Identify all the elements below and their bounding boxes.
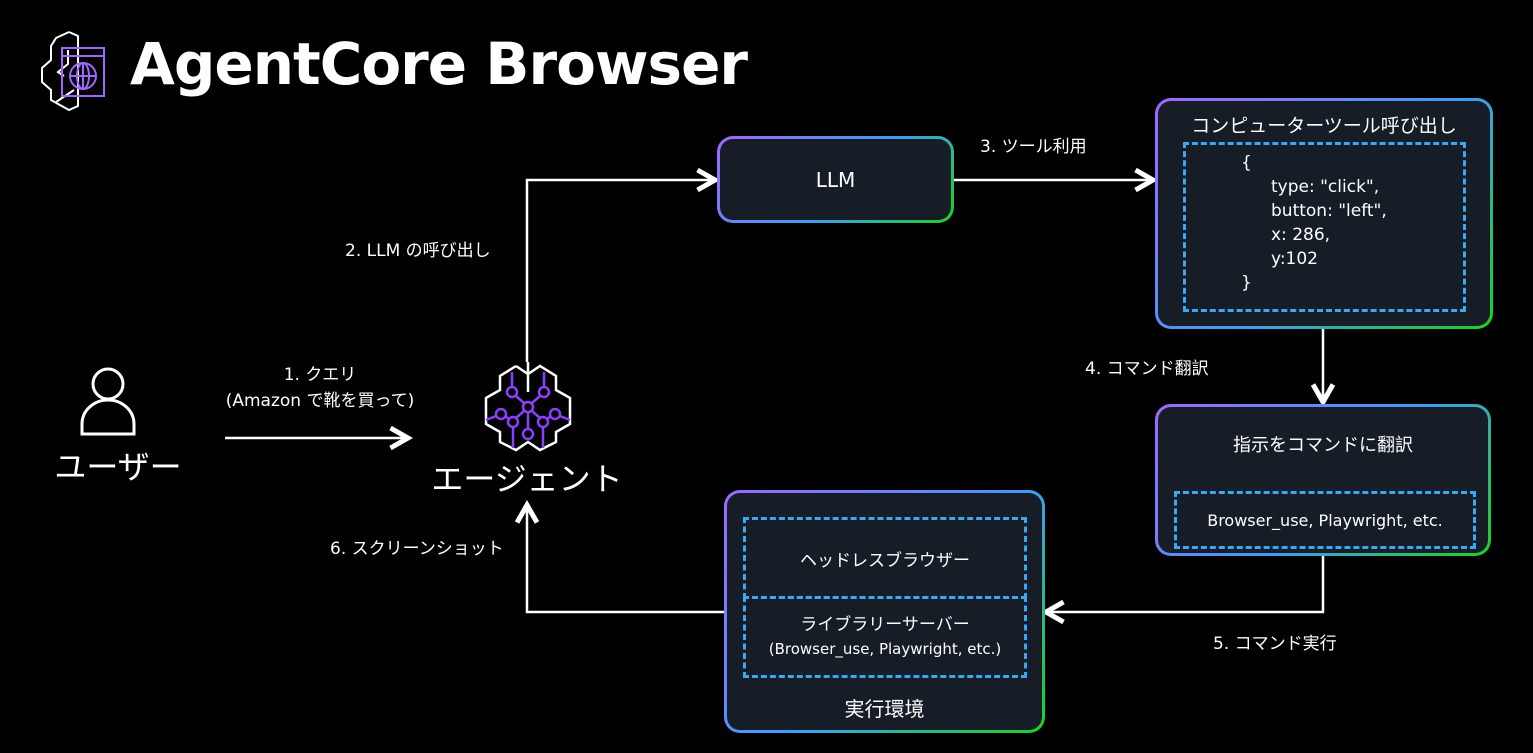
execution-env-node: ヘッドレスブラウザー ライブラリーサーバー (Browser_use, Play… [724, 490, 1045, 733]
user-label: ユーザー [54, 448, 182, 486]
library-server-label: ライブラリーサーバー [800, 615, 970, 635]
code-line: { [1241, 153, 1252, 173]
translate-inner-box: Browser_use, Playwright, etc. [1174, 491, 1476, 549]
translate-title: 指示をコマンドに翻訳 [1233, 435, 1413, 456]
code-line: } [1241, 273, 1252, 293]
edge-label-llm-call: 2. LLM の呼び出し [345, 241, 491, 261]
headless-browser-box: ヘッドレスブラウザー [743, 517, 1027, 599]
tool-call-node: コンピューターツール呼び出し { type: "click", button: … [1155, 98, 1493, 329]
arrow-screenshot [527, 505, 724, 614]
edge-label-screenshot: 6. スクリーンショット [330, 539, 504, 559]
edge-label-query-sub: (Amazon で靴を買って) [225, 391, 415, 411]
arrow-llm-call [525, 180, 715, 362]
agent-label: エージェント [431, 460, 623, 498]
library-server-box: ライブラリーサーバー (Browser_use, Playwright, etc… [743, 596, 1027, 678]
llm-label: LLM [815, 167, 856, 192]
code-line: button: "left", [1271, 201, 1387, 221]
translate-libraries: Browser_use, Playwright, etc. [1207, 510, 1443, 530]
headless-browser-label: ヘッドレスブラウザー [800, 550, 970, 571]
translate-node: 指示をコマンドに翻訳 Browser_use, Playwright, etc. [1155, 404, 1491, 556]
user-icon [80, 367, 136, 436]
edge-label-query: 1. クエリ [283, 365, 357, 385]
tool-call-code-box: { type: "click", button: "left", x: 286,… [1183, 142, 1466, 312]
code-block: { type: "click", button: "left", x: 286,… [1241, 151, 1387, 295]
arrow-execute [1046, 555, 1325, 612]
llm-node: LLM [717, 136, 954, 223]
edge-label-translate: 4. コマンド翻訳 [1085, 359, 1209, 379]
library-server-sub: (Browser_use, Playwright, etc.) [768, 640, 1002, 658]
execution-env-title: 実行環境 [844, 697, 925, 721]
edge-label-tool-use: 3. ツール利用 [980, 137, 1087, 157]
code-line: type: "click", [1271, 177, 1380, 197]
agent-brain-icon [484, 362, 572, 452]
code-line: x: 286, [1271, 225, 1331, 245]
code-line: y:102 [1271, 249, 1318, 269]
tool-call-title: コンピューターツール呼び出し [1191, 115, 1457, 137]
edge-label-execute: 5. コマンド実行 [1213, 634, 1337, 654]
